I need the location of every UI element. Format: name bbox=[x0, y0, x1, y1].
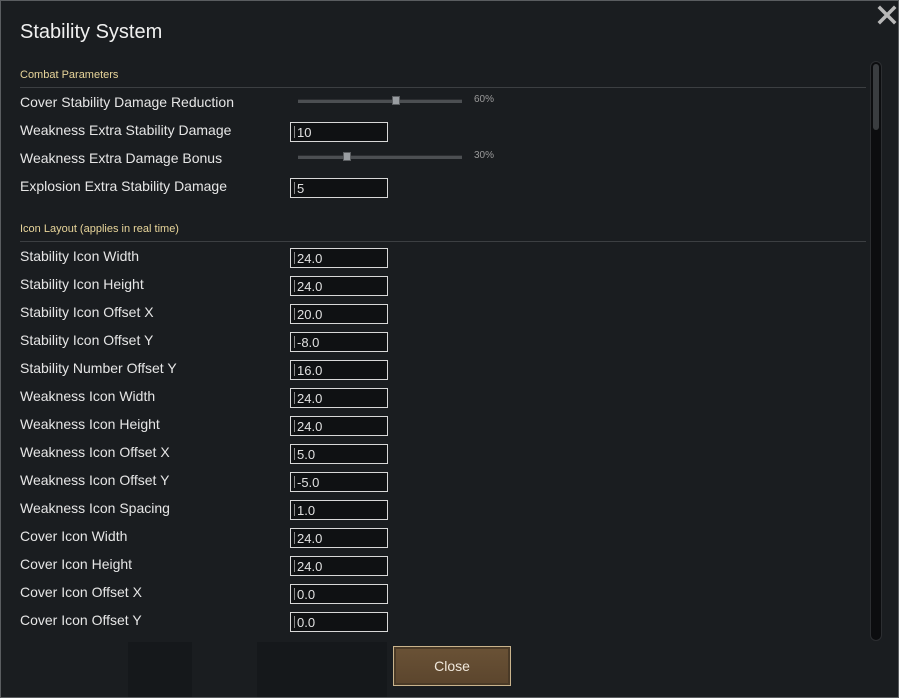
field-input[interactable]: 24.0 bbox=[290, 276, 388, 296]
field-input[interactable]: 1.0 bbox=[290, 500, 388, 520]
scrollbar[interactable] bbox=[870, 61, 882, 641]
field-input[interactable]: 24.0 bbox=[290, 556, 388, 576]
dialog-title: Stability System bbox=[20, 21, 163, 43]
cover-reduction-value: 60% bbox=[474, 94, 495, 105]
field-input[interactable]: 20.0 bbox=[290, 304, 388, 324]
field-label: Stability Icon Width bbox=[20, 248, 140, 264]
field-input[interactable]: 24.0 bbox=[290, 248, 388, 268]
field-label: Stability Icon Offset X bbox=[20, 304, 154, 320]
stability-system-dialog: Stability System Combat Parameters Cover… bbox=[0, 0, 899, 698]
field-label: Weakness Icon Spacing bbox=[20, 500, 170, 516]
field-label: Stability Icon Offset Y bbox=[20, 332, 154, 348]
explosion-stability-label: Explosion Extra Stability Damage bbox=[20, 178, 227, 194]
icon-layout-header: Icon Layout (applies in real time) bbox=[20, 223, 866, 242]
field-input[interactable]: 0.0 bbox=[290, 612, 388, 632]
field-label: Weakness Icon Offset Y bbox=[20, 472, 170, 488]
background-block bbox=[257, 642, 387, 697]
explosion-stability-field[interactable]: 5 bbox=[290, 178, 388, 198]
cover-reduction-label: Cover Stability Damage Reduction bbox=[20, 94, 234, 110]
field-input[interactable]: -5.0 bbox=[290, 472, 388, 492]
close-x-icon[interactable] bbox=[875, 3, 899, 27]
background-block bbox=[128, 642, 192, 697]
weakness-bonus-slider[interactable] bbox=[298, 152, 462, 161]
weakness-stability-label: Weakness Extra Stability Damage bbox=[20, 122, 232, 138]
cover-reduction-slider[interactable] bbox=[298, 96, 462, 105]
field-label: Weakness Icon Height bbox=[20, 416, 160, 432]
field-label: Cover Icon Offset X bbox=[20, 584, 142, 600]
field-input[interactable]: 24.0 bbox=[290, 528, 388, 548]
field-input[interactable]: 24.0 bbox=[290, 388, 388, 408]
weakness-bonus-slider-thumb[interactable] bbox=[343, 152, 352, 161]
field-label: Stability Number Offset Y bbox=[20, 360, 177, 376]
field-label: Weakness Icon Offset X bbox=[20, 444, 170, 460]
field-input[interactable]: 16.0 bbox=[290, 360, 388, 380]
weakness-stability-field[interactable]: 10 bbox=[290, 122, 388, 142]
weakness-bonus-value: 30% bbox=[474, 150, 495, 161]
field-label: Cover Icon Offset Y bbox=[20, 612, 142, 628]
field-label: Cover Icon Width bbox=[20, 528, 128, 544]
weakness-bonus-label: Weakness Extra Damage Bonus bbox=[20, 150, 223, 166]
field-label: Cover Icon Height bbox=[20, 556, 133, 572]
scrollbar-thumb[interactable] bbox=[873, 64, 879, 130]
field-input[interactable]: 5.0 bbox=[290, 444, 388, 464]
field-input[interactable]: 24.0 bbox=[290, 416, 388, 436]
field-label: Stability Icon Height bbox=[20, 276, 144, 292]
field-input[interactable]: -8.0 bbox=[290, 332, 388, 352]
cover-reduction-slider-thumb[interactable] bbox=[392, 96, 401, 105]
close-button[interactable]: Close bbox=[393, 646, 511, 686]
combat-parameters-header: Combat Parameters bbox=[20, 69, 866, 88]
field-input[interactable]: 0.0 bbox=[290, 584, 388, 604]
field-label: Weakness Icon Width bbox=[20, 388, 156, 404]
